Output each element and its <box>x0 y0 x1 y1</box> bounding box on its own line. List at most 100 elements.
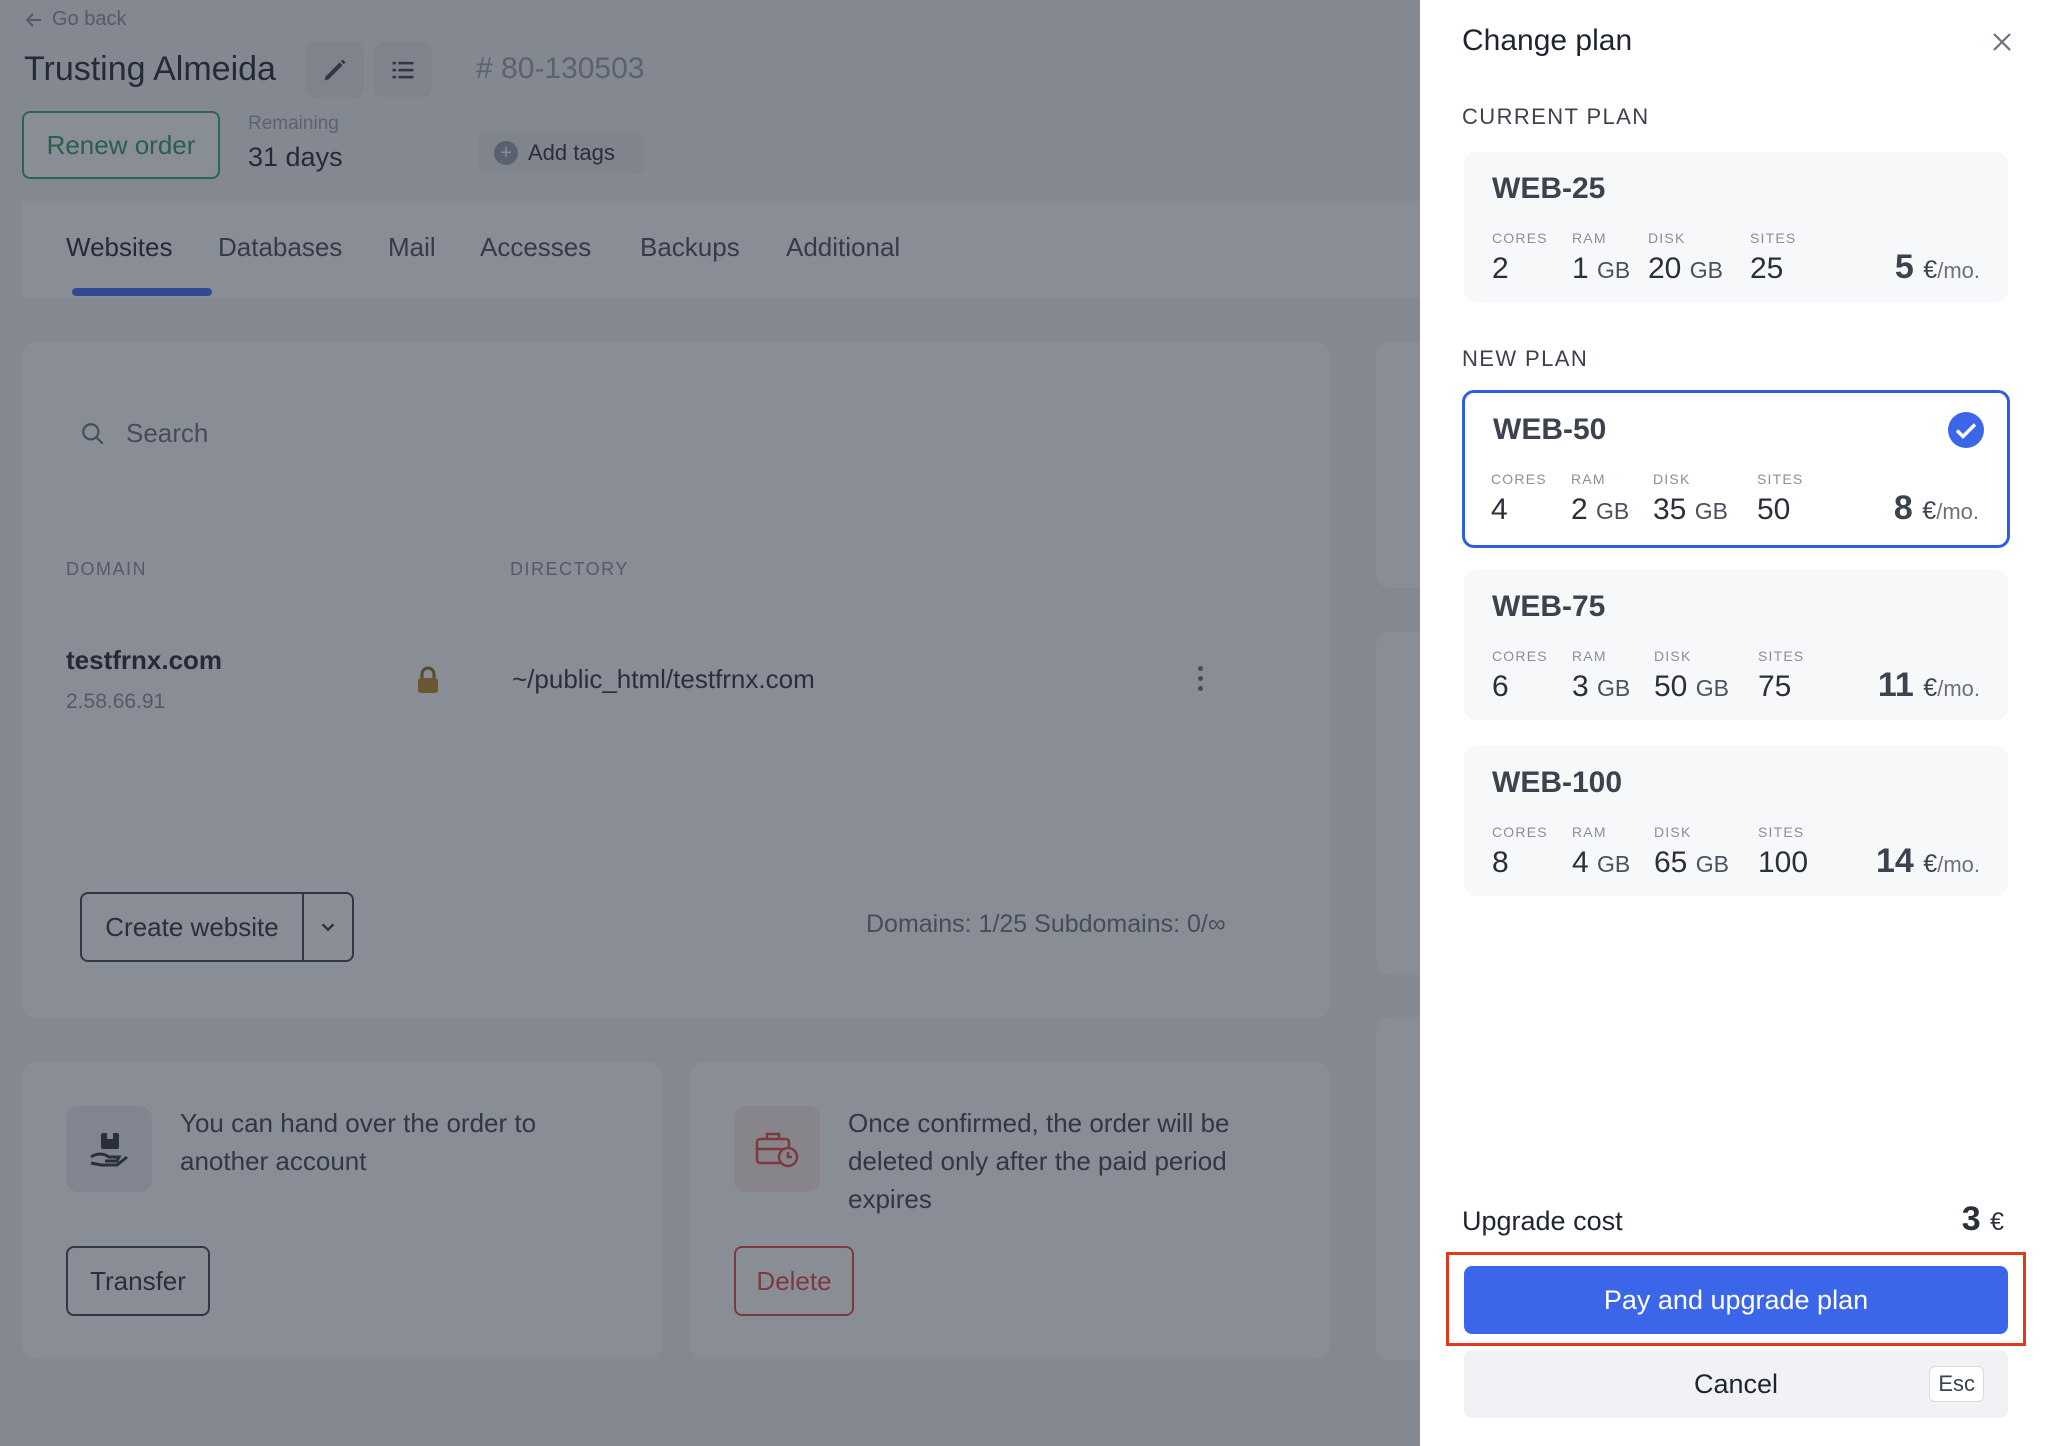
price-currency: € <box>1922 497 1937 525</box>
order-page: Go back Trusting Almeida # 80-130503 Ren… <box>0 0 1420 1446</box>
side-card <box>1376 342 1420 588</box>
spec-label-disk: DISK <box>1654 824 1692 840</box>
spec-cores: 2 <box>1492 252 1509 285</box>
spec-unit: GB <box>1597 675 1631 701</box>
renew-order-button[interactable]: Renew order <box>22 111 220 179</box>
plan-price: 14 €/mo. <box>1876 842 1980 881</box>
spec-unit: GB <box>1597 257 1631 283</box>
arrow-left-icon <box>25 12 41 27</box>
lock-icon <box>416 666 440 699</box>
spec-label-cores: CORES <box>1492 648 1548 664</box>
tab-mail[interactable]: Mail <box>388 232 436 263</box>
plan-price: 5 €/mo. <box>1895 248 1980 287</box>
transfer-description: You can hand over the order to another a… <box>180 1108 537 1176</box>
spec-unit: GB <box>1689 257 1723 283</box>
delete-description: Once confirmed, the order will be delete… <box>848 1108 1230 1214</box>
price-currency: € <box>1923 850 1938 878</box>
edit-button[interactable] <box>306 42 364 98</box>
spec-ram: 1 <box>1572 252 1589 285</box>
plan-name: WEB-25 <box>1492 172 1606 205</box>
upgrade-cost-amount: 3 <box>1961 1200 1981 1238</box>
cancel-button[interactable]: Cancel Esc <box>1464 1350 2008 1418</box>
chevron-down-icon <box>321 923 335 932</box>
current-plan-label: CURRENT PLAN <box>1462 104 1650 129</box>
price-value: 11 <box>1877 666 1914 704</box>
esc-shortcut-badge: Esc <box>1929 1366 1984 1402</box>
go-back-label: Go back <box>52 8 127 30</box>
spec-label-cores: CORES <box>1491 471 1547 487</box>
tab-additional[interactable]: Additional <box>786 232 900 263</box>
website-domain[interactable]: testfrnx.com <box>66 645 222 676</box>
plan-option-web-100[interactable]: WEB-100 CORES 8 RAM 4 GB DISK 65 GB SITES 10… <box>1464 746 2008 896</box>
price-currency: € <box>1923 674 1938 702</box>
price-value: 14 <box>1876 842 1914 880</box>
spec-label-disk: DISK <box>1654 648 1692 664</box>
plan-price: 8 €/mo. <box>1894 489 1979 528</box>
current-plan-card: WEB-25 CORES 2 RAM 1 GB DISK 20 GB SITES 25 … <box>1464 152 2008 302</box>
close-button[interactable] <box>1986 26 2018 58</box>
check-circle-icon <box>1948 412 1984 448</box>
plan-option-web-75[interactable]: WEB-75 CORES 6 RAM 3 GB DISK 50 GB SITES 75 … <box>1464 570 2008 720</box>
price-value: 5 <box>1894 248 1914 286</box>
spec-ram: 2 <box>1571 493 1588 526</box>
price-period: /mo. <box>1936 499 1979 524</box>
spec-label-cores: CORES <box>1492 824 1548 840</box>
delete-button[interactable]: Delete <box>734 1246 854 1316</box>
create-website-dropdown[interactable] <box>304 918 352 936</box>
go-back-link[interactable]: Go back <box>24 8 126 31</box>
spec-sites: 100 <box>1758 846 1809 879</box>
column-header-domain: DOMAIN <box>66 559 147 579</box>
spec-ram: 4 <box>1572 846 1589 879</box>
details-list-button[interactable] <box>374 42 432 98</box>
add-tags-button[interactable]: + Add tags <box>478 132 644 174</box>
spec-sites: 50 <box>1757 493 1791 526</box>
spec-disk: 50 <box>1654 670 1688 703</box>
domains-count: Domains: 1/25 Subdomains: 0/∞ <box>866 910 1226 938</box>
search-placeholder: Search <box>126 418 209 448</box>
spec-label-disk: DISK <box>1648 230 1686 246</box>
spec-unit: GB <box>1596 498 1630 524</box>
pencil-icon <box>324 59 346 81</box>
spec-label-cores: CORES <box>1492 230 1548 246</box>
column-header-directory: DIRECTORY <box>510 559 629 579</box>
tab-accesses[interactable]: Accesses <box>480 232 591 263</box>
new-plan-label: NEW PLAN <box>1462 346 1589 371</box>
pay-and-upgrade-button[interactable]: Pay and upgrade plan <box>1464 1266 2008 1334</box>
spec-disk: 35 <box>1653 493 1687 526</box>
create-website-label[interactable]: Create website <box>82 894 304 960</box>
order-id: # 80-130503 <box>476 52 645 85</box>
side-card <box>1376 1018 1420 1360</box>
tab-backups[interactable]: Backups <box>640 232 740 263</box>
close-icon <box>1993 33 2011 51</box>
spec-disk: 20 <box>1648 252 1682 285</box>
change-plan-drawer: Change plan CURRENT PLAN WEB-25 CORES 2 R… <box>1420 0 2046 1446</box>
upgrade-cost-label: Upgrade cost <box>1462 1206 1623 1236</box>
plan-option-web-50[interactable]: WEB-50 CORES 4 RAM 2 GB DISK 35 GB SITES 50 … <box>1462 390 2010 548</box>
drawer-title: Change plan <box>1462 24 1633 57</box>
spec-label-ram: RAM <box>1572 230 1607 246</box>
spec-sites: 25 <box>1750 252 1784 285</box>
spec-label-sites: SITES <box>1758 648 1805 664</box>
cancel-label: Cancel <box>1693 1368 1779 1399</box>
spec-label-ram: RAM <box>1572 648 1607 664</box>
kebab-menu-icon[interactable] <box>1198 666 1203 691</box>
spec-label-disk: DISK <box>1653 471 1691 487</box>
spec-cores: 8 <box>1492 846 1509 879</box>
tab-websites[interactable]: Websites <box>66 232 172 263</box>
plan-name: WEB-50 <box>1493 413 1607 446</box>
spec-label-sites: SITES <box>1758 824 1805 840</box>
plus-circle-icon: + <box>494 141 518 165</box>
spec-unit: GB <box>1695 851 1729 877</box>
create-website-button[interactable]: Create website <box>80 892 354 962</box>
website-ip: 2.58.66.91 <box>66 690 166 713</box>
price-currency: € <box>1923 256 1938 284</box>
tab-databases[interactable]: Databases <box>218 232 342 263</box>
transfer-button[interactable]: Transfer <box>66 1246 210 1316</box>
search-input[interactable]: Search <box>80 418 208 449</box>
spec-cores: 4 <box>1491 493 1508 526</box>
briefcase-clock-icon <box>734 1106 820 1192</box>
spec-label-sites: SITES <box>1757 471 1804 487</box>
add-tags-label: Add tags <box>528 140 615 165</box>
spec-unit: GB <box>1695 675 1729 701</box>
spec-ram: 3 <box>1572 670 1589 703</box>
